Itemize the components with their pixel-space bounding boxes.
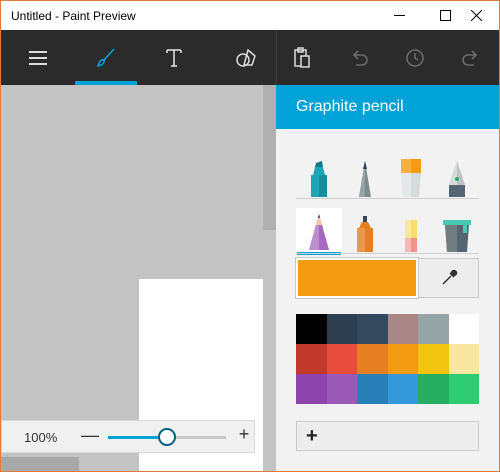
eraser-icon	[405, 220, 417, 252]
app-window: Untitled - Paint Preview 100% — + Graphi…	[0, 0, 500, 472]
current-color-swatch[interactable]	[295, 257, 419, 299]
calligraphy-pen-brush[interactable]	[342, 153, 388, 197]
spray-can-brush[interactable]	[342, 208, 388, 252]
window-title: Untitled - Paint Preview	[11, 9, 136, 23]
text-tool-button[interactable]	[149, 30, 199, 85]
add-custom-color-button[interactable]: +	[296, 421, 479, 451]
oil-brush-icon	[401, 159, 421, 197]
color-swatch[interactable]	[357, 374, 388, 404]
color-swatch[interactable]	[387, 344, 418, 374]
color-swatch[interactable]	[357, 344, 388, 374]
paint-bucket-icon	[443, 220, 471, 252]
color-swatch[interactable]	[296, 314, 327, 344]
minimize-icon	[393, 15, 405, 16]
menu-button[interactable]	[13, 30, 63, 85]
paste-button[interactable]	[277, 30, 327, 85]
canvas-area[interactable]	[1, 85, 276, 471]
eyedropper-button[interactable]	[418, 258, 479, 298]
title-bar: Untitled - Paint Preview	[1, 1, 499, 30]
shapes-icon	[236, 48, 256, 67]
toolbar-divider	[276, 30, 277, 85]
color-swatch[interactable]	[448, 374, 479, 404]
text-icon	[166, 48, 182, 67]
graphite-pencil-icon	[309, 214, 329, 250]
history-button[interactable]	[390, 30, 440, 85]
eyedropper-icon	[441, 269, 457, 285]
zoom-level-label: 100%	[24, 430, 58, 445]
add-icon: +	[306, 425, 318, 447]
toolbar	[1, 30, 499, 85]
marker-brush[interactable]	[296, 153, 342, 197]
graphite-pencil-brush[interactable]	[296, 208, 342, 255]
redo-button[interactable]	[446, 30, 496, 85]
eraser-brush[interactable]	[388, 208, 434, 252]
clipboard-icon	[294, 46, 310, 68]
color-swatch[interactable]	[326, 344, 357, 374]
calligraphy-pen-icon	[359, 161, 371, 197]
fountain-pen-icon	[449, 161, 465, 197]
color-swatch[interactable]	[387, 374, 418, 404]
panel-title: Graphite pencil	[296, 98, 404, 115]
paint-bucket-brush[interactable]	[434, 208, 480, 252]
marker-icon	[311, 161, 327, 197]
vertical-scrollbar[interactable]	[263, 85, 276, 230]
zoom-slider-thumb[interactable]	[158, 428, 176, 446]
color-swatch[interactable]	[326, 374, 357, 404]
panel-header: Graphite pencil	[276, 85, 499, 129]
undo-icon	[352, 49, 368, 66]
color-swatch[interactable]	[418, 374, 449, 404]
shapes-tool-button[interactable]	[221, 30, 271, 85]
zoom-bar: 100% — +	[1, 420, 255, 453]
canvas-bottom-strip	[1, 457, 79, 471]
history-icon	[406, 48, 424, 67]
color-swatch[interactable]	[387, 314, 418, 344]
close-button[interactable]	[453, 1, 499, 30]
undo-button[interactable]	[334, 30, 384, 85]
brush-row-divider	[296, 198, 479, 199]
hamburger-icon	[29, 50, 47, 65]
brush-row-divider	[296, 253, 479, 254]
brush-panel: Graphite pencil +	[276, 85, 499, 471]
color-swatch[interactable]	[326, 314, 357, 344]
color-swatch[interactable]	[448, 314, 479, 344]
zoom-out-button[interactable]: —	[80, 425, 100, 446]
oil-brush[interactable]	[388, 153, 434, 197]
spray-can-icon	[357, 216, 373, 252]
color-swatch[interactable]	[448, 344, 479, 374]
brushes-tool-button[interactable]	[73, 30, 139, 85]
redo-icon	[462, 49, 478, 66]
color-swatch[interactable]	[296, 344, 327, 374]
fountain-pen-brush[interactable]	[434, 153, 480, 197]
zoom-in-button[interactable]: +	[234, 424, 254, 445]
color-swatch[interactable]	[418, 344, 449, 374]
color-swatch[interactable]	[296, 374, 327, 404]
maximize-icon	[439, 10, 451, 21]
close-icon	[470, 10, 482, 21]
minimize-button[interactable]	[376, 1, 422, 30]
brush-icon	[96, 47, 115, 67]
color-swatch[interactable]	[418, 314, 449, 344]
color-palette	[296, 314, 479, 404]
color-swatch[interactable]	[357, 314, 388, 344]
